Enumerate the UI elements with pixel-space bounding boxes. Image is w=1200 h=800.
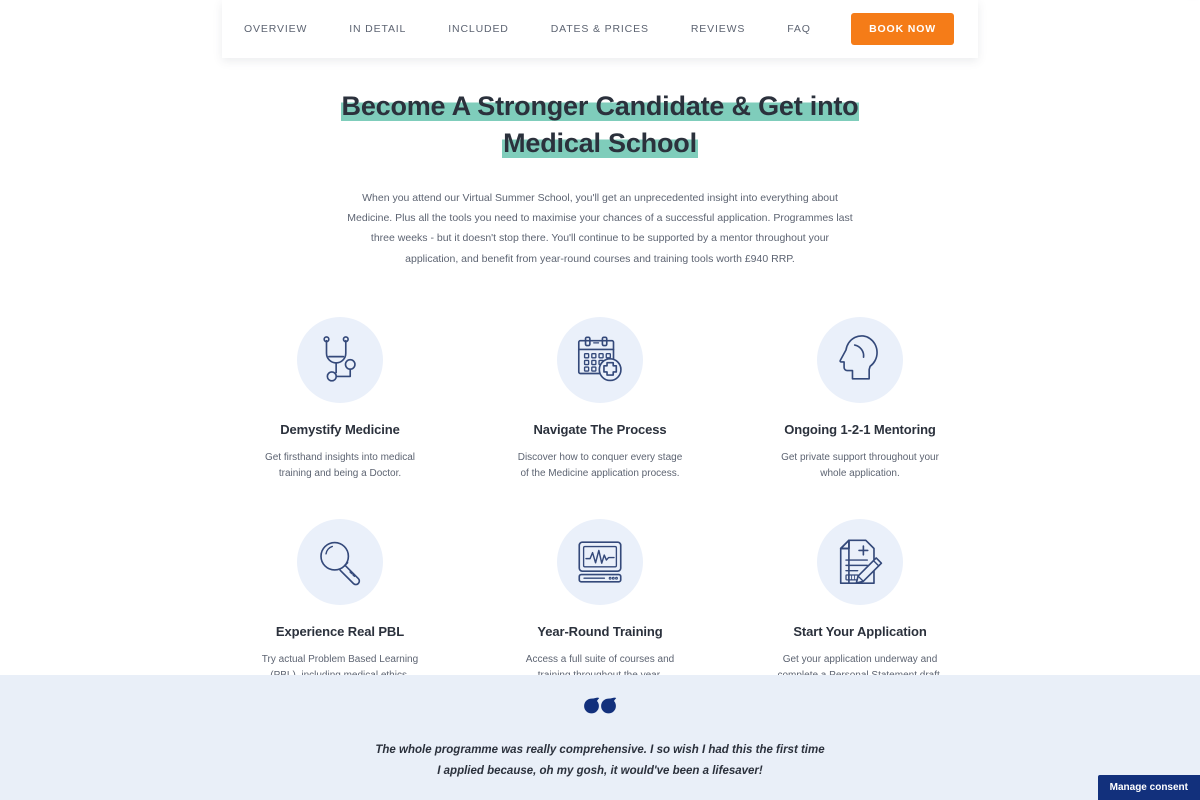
feature-card-navigate-the-process: Navigate The Process Discover how to con… bbox=[470, 316, 730, 483]
hero-paragraph: When you attend our Virtual Summer Schoo… bbox=[347, 192, 853, 265]
feature-description: Get firsthand insights into medical trai… bbox=[264, 451, 416, 480]
features-grid: Demystify Medicine Get firsthand insight… bbox=[210, 316, 990, 685]
head-profile-icon bbox=[817, 316, 903, 403]
feature-title: Start Your Application bbox=[793, 623, 927, 639]
feature-card-year-round-training: Year-Round Training Access a full suite … bbox=[470, 518, 730, 685]
quote-mark-icon bbox=[584, 697, 617, 714]
book-now-button[interactable]: BOOK NOW bbox=[851, 13, 954, 45]
feature-card-demystify-medicine: Demystify Medicine Get firsthand insight… bbox=[210, 316, 470, 483]
nav-link-included[interactable]: INCLUDED bbox=[427, 15, 529, 43]
feature-card-start-your-application: Start Your Application Get your applicat… bbox=[730, 518, 990, 685]
calendar-medical-icon bbox=[557, 316, 643, 403]
feature-title: Ongoing 1-2-1 Mentoring bbox=[784, 421, 936, 437]
testimonial-quote: The whole programme was really comprehen… bbox=[375, 744, 825, 777]
nav-link-reviews[interactable]: REVIEWS bbox=[670, 15, 766, 43]
page-title: Become A Stronger Candidate & Get into M… bbox=[340, 88, 860, 162]
magnifying-glass-icon bbox=[297, 518, 383, 605]
feature-card-ongoing-mentoring: Ongoing 1-2-1 Mentoring Get private supp… bbox=[730, 316, 990, 483]
section-navbar: OVERVIEW IN DETAIL INCLUDED DATES & PRIC… bbox=[222, 0, 978, 58]
feature-title: Demystify Medicine bbox=[280, 421, 400, 437]
page-title-line-2: Medical School bbox=[502, 128, 698, 158]
feature-card-experience-real-pbl: Experience Real PBL Try actual Problem B… bbox=[210, 518, 470, 685]
page-title-line-1: Become A Stronger Candidate & Get into bbox=[340, 91, 860, 121]
feature-title: Navigate The Process bbox=[533, 421, 667, 437]
document-pencil-icon bbox=[817, 518, 903, 605]
stethoscope-icon bbox=[297, 316, 383, 403]
nav-link-in-detail[interactable]: IN DETAIL bbox=[328, 15, 427, 43]
testimonial-section: The whole programme was really comprehen… bbox=[0, 675, 1200, 800]
feature-title: Year-Round Training bbox=[537, 623, 663, 639]
feature-title: Experience Real PBL bbox=[275, 623, 405, 639]
nav-link-dates-and-prices[interactable]: DATES & PRICES bbox=[530, 15, 670, 43]
monitor-ecg-icon bbox=[557, 518, 643, 605]
manage-consent-button[interactable]: Manage consent bbox=[1097, 775, 1200, 800]
nav-link-faq[interactable]: FAQ bbox=[766, 15, 832, 43]
feature-description: Discover how to conquer every stage of t… bbox=[517, 451, 683, 480]
nav-links-group: OVERVIEW IN DETAIL INCLUDED DATES & PRIC… bbox=[244, 15, 851, 43]
nav-link-overview[interactable]: OVERVIEW bbox=[244, 15, 328, 43]
feature-description: Get private support throughout your whol… bbox=[781, 451, 939, 480]
